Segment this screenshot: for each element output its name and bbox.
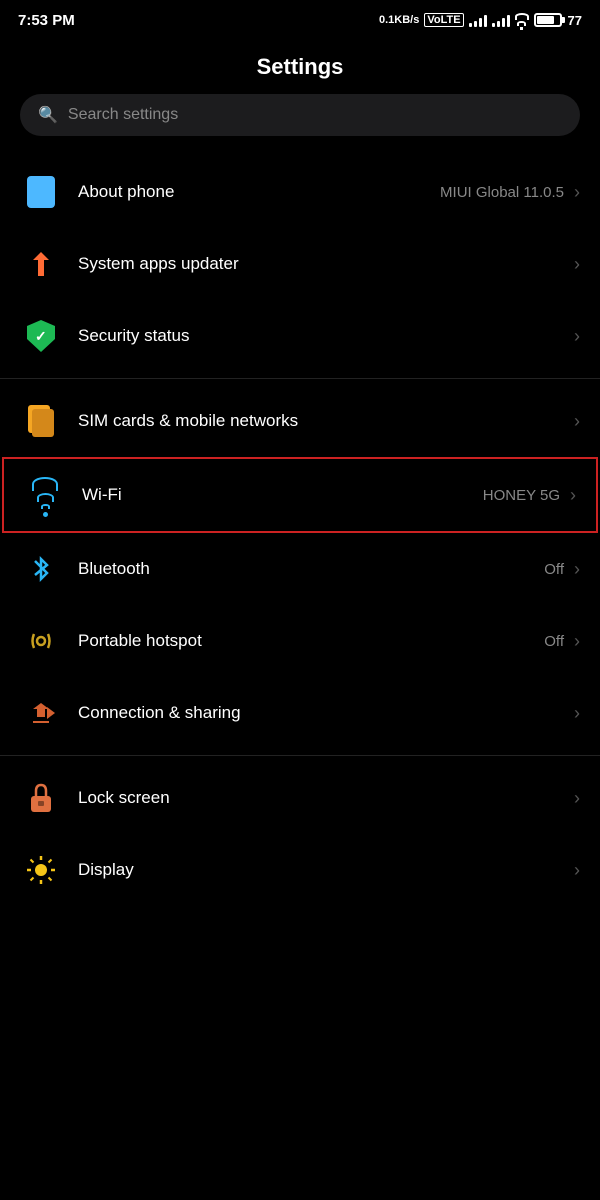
bluetooth-chevron: › (574, 559, 580, 580)
lock-screen-label: Lock screen (78, 788, 170, 808)
display-label: Display (78, 860, 134, 880)
status-time: 7:53 PM (18, 12, 75, 29)
battery-icon (534, 13, 562, 27)
about-phone-item[interactable]: About phone MIUI Global 11.0.5 › (0, 156, 600, 228)
system-apps-chevron: › (574, 254, 580, 275)
wifi-icon (24, 474, 66, 516)
about-phone-label: About phone (78, 182, 174, 202)
hotspot-icon (20, 620, 62, 662)
display-icon (20, 849, 62, 891)
system-apps-label: System apps updater (78, 254, 239, 274)
status-bar: 7:53 PM 0.1KB/s VoLTE 77 (0, 0, 600, 36)
hotspot-item[interactable]: Portable hotspot Off › (0, 605, 600, 677)
search-placeholder: Search settings (68, 106, 178, 124)
lock-screen-item[interactable]: Lock screen › (0, 762, 600, 834)
sim-cards-item[interactable]: SIM cards & mobile networks › (0, 385, 600, 457)
display-item[interactable]: Display › (0, 834, 600, 906)
bluetooth-icon (20, 548, 62, 590)
connection-label: Connection & sharing (78, 703, 241, 723)
sim-cards-label: SIM cards & mobile networks (78, 411, 298, 431)
search-bar[interactable]: 🔍 Search settings (20, 94, 580, 136)
connection-item[interactable]: Connection & sharing › (0, 677, 600, 749)
bluetooth-value: Off (544, 561, 564, 578)
security-status-icon: ✓ (20, 315, 62, 357)
wifi-value: HONEY 5G (483, 487, 560, 504)
hotspot-chevron: › (574, 631, 580, 652)
lock-screen-chevron: › (574, 788, 580, 809)
hotspot-label: Portable hotspot (78, 631, 202, 651)
page-title: Settings (0, 36, 600, 94)
wifi-item[interactable]: Wi-Fi HONEY 5G › (2, 457, 598, 533)
svg-text:✓: ✓ (35, 328, 47, 344)
about-phone-icon (20, 171, 62, 213)
lock-screen-icon (20, 777, 62, 819)
connection-icon (20, 692, 62, 734)
system-apps-item[interactable]: System apps updater › (0, 228, 600, 300)
bluetooth-item[interactable]: Bluetooth Off › (0, 533, 600, 605)
wifi-label: Wi-Fi (82, 485, 122, 505)
system-apps-icon (20, 243, 62, 285)
wifi-status-icon (515, 10, 529, 30)
security-status-item[interactable]: ✓ Security status › (0, 300, 600, 372)
battery-indicator: 77 (534, 13, 582, 28)
about-phone-chevron: › (574, 182, 580, 203)
sim-cards-chevron: › (574, 411, 580, 432)
security-status-label: Security status (78, 326, 190, 346)
signal-bars-2 (492, 13, 510, 27)
volte-icon: VoLTE (424, 13, 463, 27)
battery-level: 77 (568, 13, 582, 28)
status-right-icons: 0.1KB/s VoLTE 77 (379, 10, 582, 30)
hotspot-value: Off (544, 633, 564, 650)
sim-cards-icon (20, 400, 62, 442)
about-phone-value: MIUI Global 11.0.5 (440, 184, 564, 201)
connection-chevron: › (574, 703, 580, 724)
bluetooth-label: Bluetooth (78, 559, 150, 579)
security-status-chevron: › (574, 326, 580, 347)
network-speed: 0.1KB/s (379, 14, 419, 26)
divider-1 (0, 378, 600, 379)
wifi-chevron: › (570, 485, 576, 506)
search-icon: 🔍 (38, 105, 58, 125)
display-chevron: › (574, 860, 580, 881)
divider-2 (0, 755, 600, 756)
signal-bars-1 (469, 13, 487, 27)
